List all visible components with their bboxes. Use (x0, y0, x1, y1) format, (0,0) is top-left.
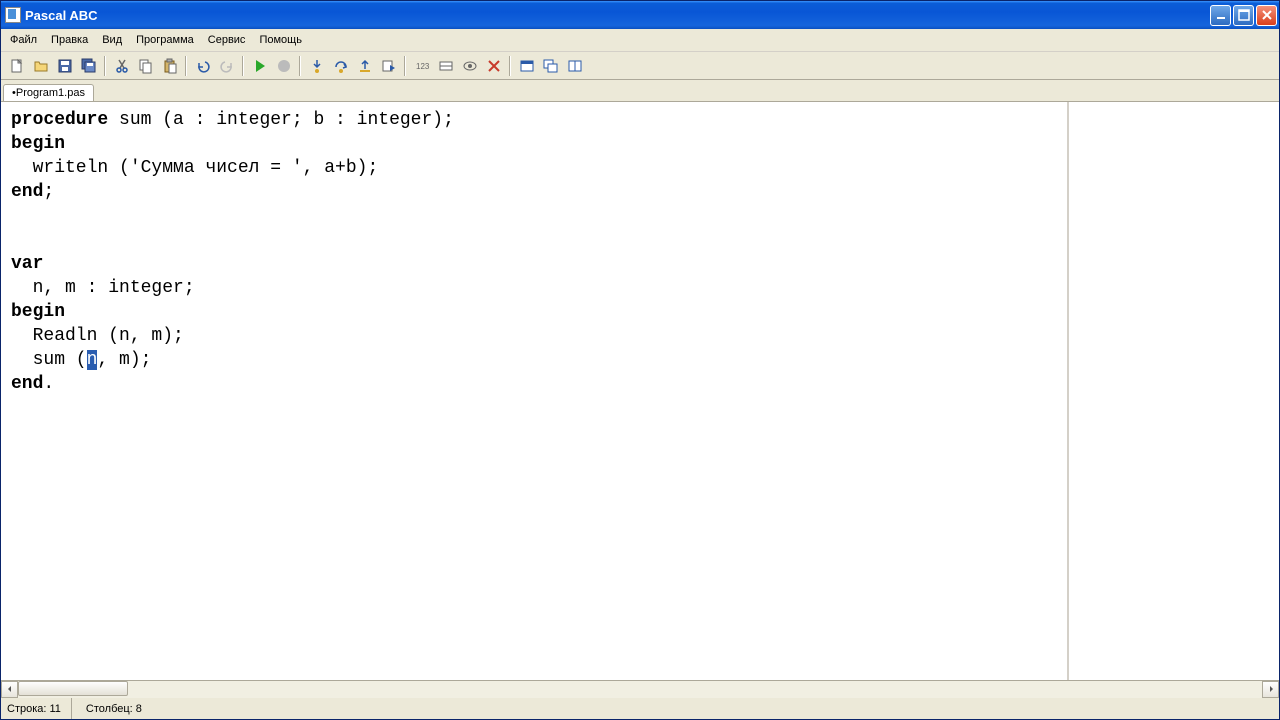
toolbar: 123 (1, 52, 1279, 80)
window1-icon[interactable] (515, 55, 538, 77)
status-line: Строка: 11 (7, 698, 72, 719)
step-out-icon[interactable] (353, 55, 376, 77)
scroll-thumb[interactable] (18, 681, 128, 696)
step-over-icon[interactable] (329, 55, 352, 77)
code: ; (43, 182, 54, 202)
menu-service[interactable]: Сервис (201, 31, 253, 49)
kw: end (11, 374, 43, 394)
kw: begin (11, 302, 65, 322)
string: 'Сумма чисел = ' (130, 158, 303, 178)
undo-icon[interactable] (191, 55, 214, 77)
code-editor[interactable]: procedure sum (a : integer; b : integer)… (1, 102, 1069, 680)
step-into-icon[interactable] (305, 55, 328, 77)
scroll-left-icon[interactable] (1, 681, 18, 698)
expr-icon[interactable] (458, 55, 481, 77)
menu-view[interactable]: Вид (95, 31, 129, 49)
menu-file[interactable]: Файл (3, 31, 44, 49)
menu-edit[interactable]: Правка (44, 31, 95, 49)
kw: end (11, 182, 43, 202)
separator (185, 56, 187, 76)
window-controls (1210, 5, 1277, 26)
menu-program[interactable]: Программа (129, 31, 201, 49)
local-vars-icon[interactable] (434, 55, 457, 77)
paste-icon[interactable] (158, 55, 181, 77)
open-file-icon[interactable] (29, 55, 52, 77)
app-icon (5, 7, 21, 23)
code: sum (a : integer; b : integer); (108, 110, 454, 130)
code: Readln (n, m); (11, 326, 184, 346)
kw: procedure (11, 110, 108, 130)
h-scrollbar[interactable] (1, 680, 1279, 697)
run-icon[interactable] (248, 55, 271, 77)
code: , m); (97, 350, 151, 370)
close-button[interactable] (1256, 5, 1277, 26)
menu-help[interactable]: Помощь (252, 31, 309, 49)
kw: begin (11, 134, 65, 154)
code: n, m : integer; (11, 278, 195, 298)
titlebar: Pascal ABC (1, 1, 1279, 29)
code: , a+b); (303, 158, 379, 178)
svg-text:123: 123 (416, 62, 430, 71)
window3-icon[interactable] (563, 55, 586, 77)
kw: var (11, 254, 43, 274)
window-title: Pascal ABC (25, 8, 1210, 23)
separator (509, 56, 511, 76)
status-col: Столбец: 8 (86, 698, 152, 719)
code: . (43, 374, 54, 394)
separator (299, 56, 301, 76)
tab-program1[interactable]: •Program1.pas (3, 84, 94, 101)
maximize-button[interactable] (1233, 5, 1254, 26)
statusbar: Строка: 11 Столбец: 8 (1, 697, 1279, 719)
stop-icon[interactable] (272, 55, 295, 77)
tab-bar: •Program1.pas (1, 80, 1279, 102)
editor-area: procedure sum (a : integer; b : integer)… (1, 102, 1279, 680)
copy-icon[interactable] (134, 55, 157, 77)
separator (104, 56, 106, 76)
cut-icon[interactable] (110, 55, 133, 77)
clear-icon[interactable] (482, 55, 505, 77)
window2-icon[interactable] (539, 55, 562, 77)
selection: n (87, 350, 98, 370)
separator (404, 56, 406, 76)
menubar: Файл Правка Вид Программа Сервис Помощь (1, 29, 1279, 52)
separator (242, 56, 244, 76)
save-all-icon[interactable] (77, 55, 100, 77)
run-to-cursor-icon[interactable] (377, 55, 400, 77)
code: sum ( (11, 350, 87, 370)
side-panel (1069, 102, 1279, 680)
code: writeln ( (11, 158, 130, 178)
watch-icon[interactable]: 123 (410, 55, 433, 77)
app-window: Pascal ABC Файл Правка Вид Программа Сер… (0, 0, 1280, 720)
save-icon[interactable] (53, 55, 76, 77)
scroll-right-icon[interactable] (1262, 681, 1279, 698)
scroll-track[interactable] (18, 681, 1262, 698)
minimize-button[interactable] (1210, 5, 1231, 26)
new-file-icon[interactable] (5, 55, 28, 77)
redo-icon[interactable] (215, 55, 238, 77)
